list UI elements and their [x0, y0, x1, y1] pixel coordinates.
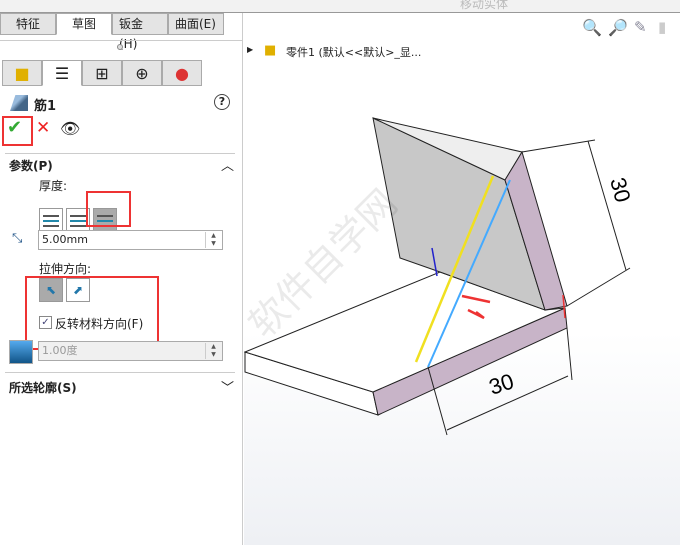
- selected-contours-header[interactable]: 所选轮廓(S): [9, 379, 77, 396]
- direction-label: 拉伸方向:: [39, 262, 92, 276]
- tab-surface[interactable]: 曲面(E): [168, 13, 224, 35]
- tab-sketch[interactable]: 草图: [56, 13, 112, 35]
- property-manager-icon[interactable]: ☰: [42, 60, 82, 86]
- collapse-chevron-up-icon[interactable]: ︿: [221, 155, 234, 174]
- display-manager-icon[interactable]: ●: [162, 60, 202, 86]
- top-toolbar: 移动实体: [0, 0, 680, 13]
- divider: [5, 153, 235, 154]
- draft-icon[interactable]: [9, 340, 33, 364]
- dimension-line: [566, 267, 631, 307]
- manager-tabs: ■ ☰ ⊞ ⊕ ●: [2, 60, 202, 86]
- thickness-value: 5.00mm: [42, 233, 88, 246]
- thickness-spinner[interactable]: ▲ ▼: [205, 232, 221, 248]
- thickness-label: 厚度:: [39, 179, 68, 193]
- tab-features[interactable]: 特征: [0, 13, 56, 35]
- feature-title: 筋1: [34, 99, 57, 114]
- dimension-horizontal[interactable]: 30: [486, 368, 517, 399]
- cancel-button[interactable]: ✕: [36, 118, 50, 138]
- highlight-ok: [2, 116, 33, 146]
- dimxpert-icon[interactable]: ⊕: [122, 60, 162, 86]
- dimension-line: [566, 327, 573, 381]
- help-button[interactable]: ?: [214, 94, 230, 110]
- property-manager: 特征 草图 钣金(H) 曲面(E) ■ ☰ ⊞ ⊕ ● 筋1 ? ✔ ✕ 👁 参…: [0, 13, 243, 545]
- thickness-side-one-button[interactable]: [39, 208, 63, 232]
- splitter-handle[interactable]: [117, 44, 123, 50]
- rib-icon: [10, 95, 28, 111]
- preview-eye-icon[interactable]: 👁: [60, 119, 80, 138]
- parameters-header[interactable]: 参数(P): [9, 157, 53, 174]
- divider: [5, 372, 235, 373]
- model-view: 30 30 软件自学网: [244, 117, 636, 436]
- divider: [0, 35, 243, 41]
- config-manager-icon[interactable]: ⊞: [82, 60, 122, 86]
- highlight-thickness: [86, 191, 131, 227]
- feature-manager-icon[interactable]: ■: [2, 60, 42, 86]
- draft-angle-input[interactable]: 1.00度 ▲ ▼: [38, 341, 223, 361]
- expand-chevron-down-icon[interactable]: ﹀: [221, 377, 234, 396]
- thickness-input[interactable]: 5.00mm ▲ ▼: [38, 230, 223, 250]
- graphics-area[interactable]: 🔍 🔎 ✎ ▮ ▶ ■ 零件1 (默认<<默认>_显... 30 30 软件自学…: [244, 13, 680, 545]
- move-body-button[interactable]: 移动实体: [460, 0, 508, 12]
- dimension-line: [521, 139, 596, 153]
- thickness-dimension-icon: ⤡: [12, 231, 23, 246]
- highlight-direction: [25, 276, 159, 350]
- tab-sheetmetal[interactable]: 钣金(H): [112, 13, 168, 51]
- dimension-line: [587, 140, 627, 271]
- command-tabs: 特征 草图 钣金(H) 曲面(E): [0, 13, 224, 51]
- draft-spinner[interactable]: ▲ ▼: [205, 343, 221, 359]
- dimension-vertical[interactable]: 30: [605, 175, 635, 205]
- draft-value: 1.00度: [42, 344, 78, 357]
